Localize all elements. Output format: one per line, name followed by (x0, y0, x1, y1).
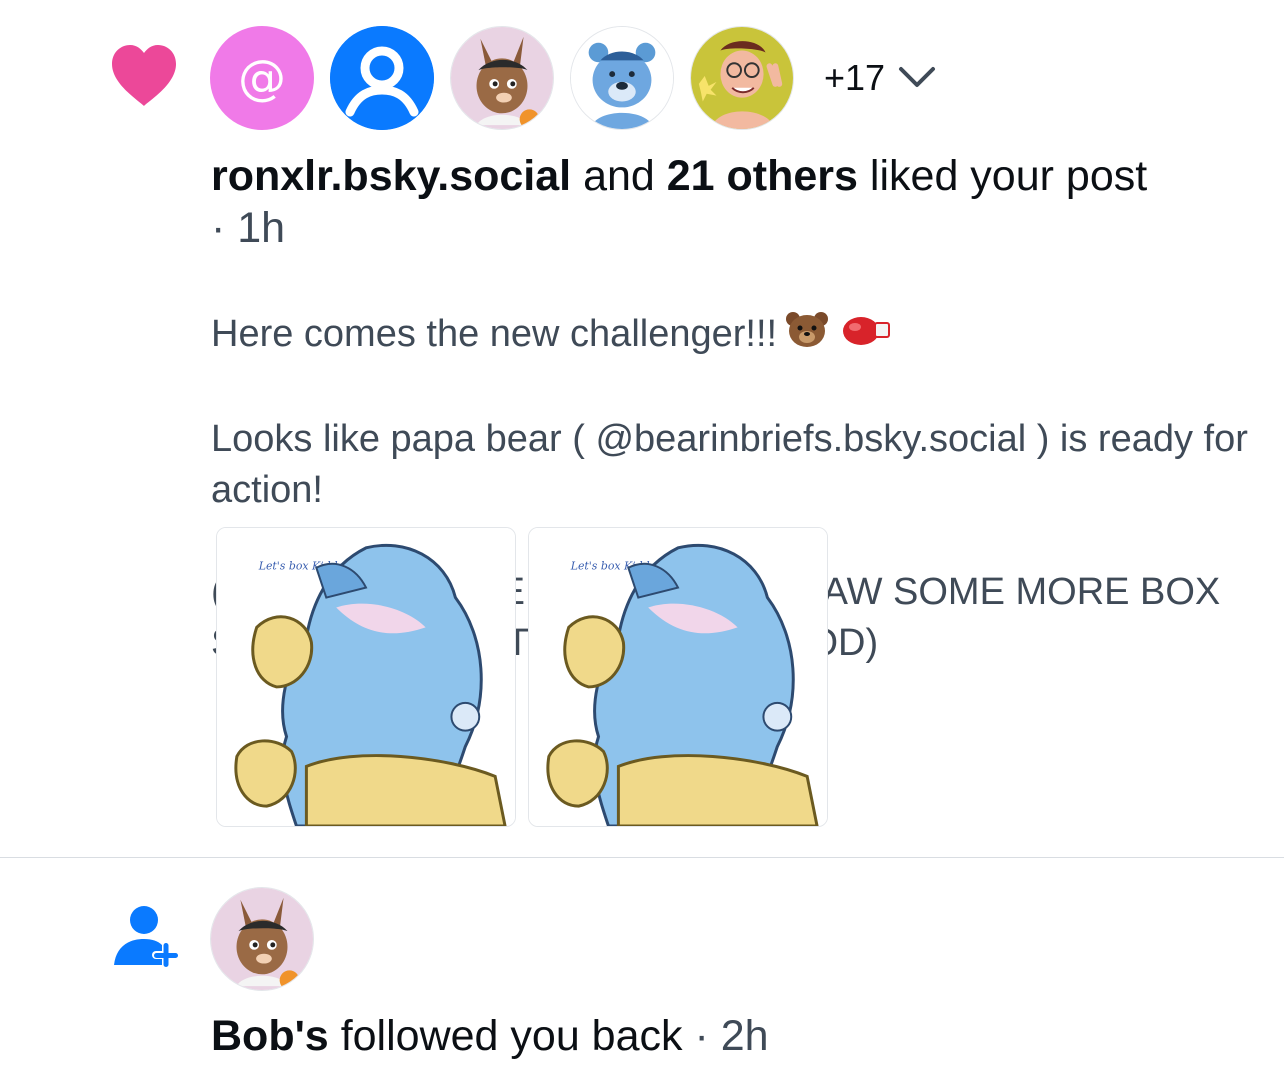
actor-handle[interactable]: ronxlr.bsky.social (211, 152, 571, 200)
joiner-text: and (583, 152, 655, 200)
avatar-default-user[interactable] (330, 26, 434, 130)
heart-icon (112, 45, 176, 106)
action-text: liked your post (869, 152, 1148, 200)
avatar-glasses-man[interactable] (690, 26, 794, 130)
post-line-2: Looks like papa bear ( @bearinbriefs.bsk… (211, 418, 1248, 511)
follow-action-text: followed you back (340, 1012, 683, 1060)
follower-name[interactable]: Bob's (211, 1012, 329, 1060)
avatar-rabbit[interactable] (450, 26, 554, 130)
post-image-2[interactable]: Let's box Kiddo! (528, 527, 828, 827)
post-line-1: Here comes the new challenger!!! (211, 313, 778, 356)
follower-avatar[interactable] (210, 887, 314, 991)
follow-headline: Bob's followed you back · 2h (211, 1008, 769, 1064)
post-images: Let's box Kiddo! Let's box Kiddo! (216, 527, 828, 827)
post-image-1[interactable]: Let's box Kiddo! (216, 527, 516, 827)
user-plus-icon (114, 906, 180, 969)
follow-timestamp: · 2h (694, 1012, 769, 1060)
expand-likers-toggle[interactable]: +17 (824, 57, 937, 99)
like-headline: ronxlr.bsky.social and 21 others liked y… (211, 150, 1261, 254)
additional-count: +17 (824, 57, 886, 98)
user-silhouette-icon (330, 26, 434, 130)
boxing-glove-emoji-icon (831, 309, 893, 363)
like-notification[interactable]: @ +17 ronxlr.bsky.social and 21 others l… (0, 0, 1284, 857)
avatar-at-symbol[interactable]: @ (210, 26, 314, 130)
at-icon: @ (238, 50, 286, 106)
liker-avatars: @ +17 (210, 25, 937, 131)
bear-emoji-icon (777, 309, 831, 363)
others-count[interactable]: 21 others (667, 152, 858, 200)
avatar-blue-bear[interactable] (570, 26, 674, 130)
timestamp: · 1h (211, 204, 286, 252)
chevron-down-icon (899, 67, 936, 87)
